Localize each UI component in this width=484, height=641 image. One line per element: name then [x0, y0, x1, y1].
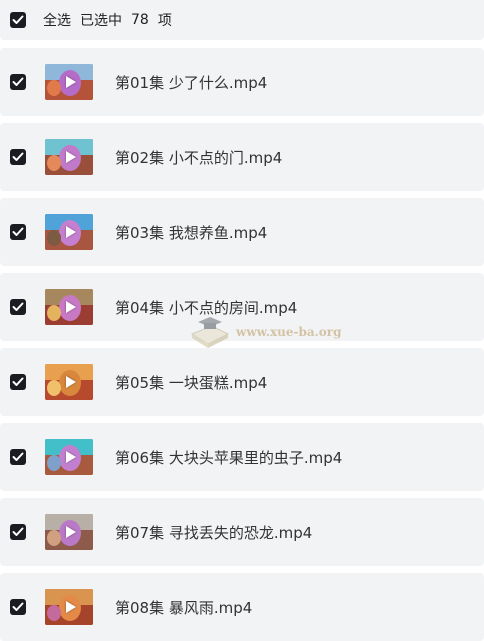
file-name[interactable]: 第02集 小不点的门.mp4	[115, 147, 282, 168]
select-all-label[interactable]: 全选	[43, 10, 71, 30]
selection-summary: 全选 已选中 78 项	[43, 10, 172, 30]
file-checkbox[interactable]	[10, 149, 26, 165]
video-thumbnail[interactable]	[45, 64, 93, 100]
selected-count: 78	[131, 12, 149, 28]
video-thumbnail[interactable]	[45, 439, 93, 475]
file-checkbox[interactable]	[10, 524, 26, 540]
video-thumbnail[interactable]	[45, 589, 93, 625]
video-thumbnail[interactable]	[45, 214, 93, 250]
play-icon	[66, 376, 76, 388]
check-icon	[12, 152, 24, 161]
check-icon	[12, 527, 24, 536]
video-thumbnail[interactable]	[45, 514, 93, 550]
items-suffix: 项	[157, 13, 172, 29]
file-name[interactable]: 第03集 我想养鱼.mp4	[115, 222, 267, 243]
video-thumbnail[interactable]	[45, 364, 93, 400]
file-name[interactable]: 第08集 暴风雨.mp4	[115, 597, 252, 618]
check-icon	[12, 15, 24, 24]
file-row[interactable]: 第07集 寻找丢失的恐龙.mp4	[0, 498, 484, 566]
file-row[interactable]: 第03集 我想养鱼.mp4	[0, 198, 484, 266]
file-row[interactable]: 第05集 一块蛋糕.mp4	[0, 348, 484, 416]
file-checkbox[interactable]	[10, 74, 26, 90]
play-icon	[66, 151, 76, 163]
select-all-bar: 全选 已选中 78 项	[0, 0, 484, 40]
check-icon	[12, 602, 24, 611]
video-thumbnail[interactable]	[45, 289, 93, 325]
file-checkbox[interactable]	[10, 224, 26, 240]
watermark: www.xue-ba.org	[186, 312, 342, 352]
check-icon	[12, 77, 24, 86]
file-checkbox[interactable]	[10, 374, 26, 390]
selected-label: 已选中	[80, 13, 122, 29]
file-name[interactable]: 第07集 寻找丢失的恐龙.mp4	[115, 522, 312, 543]
video-thumbnail[interactable]	[45, 139, 93, 175]
file-row[interactable]: 第02集 小不点的门.mp4	[0, 123, 484, 191]
file-checkbox[interactable]	[10, 449, 26, 465]
play-icon	[66, 226, 76, 238]
graduation-cap-book-icon	[190, 317, 230, 348]
play-icon	[66, 601, 76, 613]
check-icon	[12, 302, 24, 311]
file-row[interactable]: 第06集 大块头苹果里的虫子.mp4	[0, 423, 484, 491]
select-all-checkbox[interactable]	[10, 12, 26, 28]
file-row[interactable]: 第08集 暴风雨.mp4	[0, 573, 484, 641]
play-icon	[66, 451, 76, 463]
file-name[interactable]: 第01集 少了什么.mp4	[115, 72, 267, 93]
check-icon	[12, 452, 24, 461]
watermark-text: www.xue-ba.org	[236, 325, 342, 339]
file-name[interactable]: 第05集 一块蛋糕.mp4	[115, 372, 267, 393]
file-row[interactable]: 第01集 少了什么.mp4	[0, 48, 484, 116]
file-checkbox[interactable]	[10, 299, 26, 315]
file-checkbox[interactable]	[10, 599, 26, 615]
check-icon	[12, 377, 24, 386]
file-name[interactable]: 第06集 大块头苹果里的虫子.mp4	[115, 447, 342, 468]
check-icon	[12, 227, 24, 236]
play-icon	[66, 301, 76, 313]
play-icon	[66, 76, 76, 88]
play-icon	[66, 526, 76, 538]
